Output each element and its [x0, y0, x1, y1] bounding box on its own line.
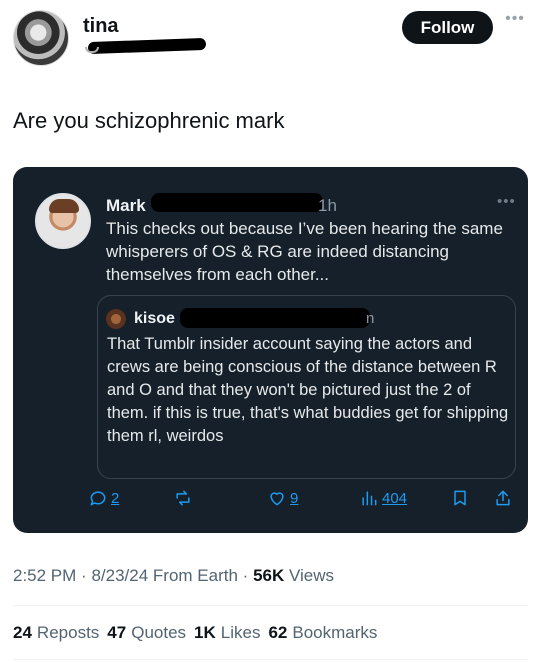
views-icon: [362, 491, 377, 506]
quoted-action-bar: 2 9 404: [13, 483, 528, 513]
quoted-screenshot: Mark 1h ••• This checks out because I’ve…: [13, 167, 528, 533]
quoted-bookmark-action: [450, 483, 470, 513]
quoted-reply-action: 2: [88, 483, 119, 513]
divider: [13, 659, 528, 660]
handle-redaction: [87, 37, 207, 55]
engagement-stats: 24 Reposts 47 Quotes 1K Likes 62 Bookmarks: [13, 623, 377, 643]
tweet-views-label: Views: [288, 566, 335, 585]
quoted-views-action: 404: [359, 483, 407, 513]
follow-button[interactable]: Follow: [402, 11, 493, 44]
quoted-share-action: [493, 483, 513, 513]
author-avatar[interactable]: [13, 10, 69, 66]
bookmarks-stat[interactable]: 62 Bookmarks: [268, 623, 377, 643]
quoted-like-action: 9: [267, 483, 298, 513]
like-icon: [270, 492, 284, 506]
reply-count: 2: [111, 489, 120, 507]
quoted-more-icon: •••: [497, 193, 516, 210]
quoted-author-name: Mark: [106, 196, 146, 215]
inner-avatar: [106, 309, 126, 329]
bookmark-icon: [454, 490, 466, 506]
inner-quote: kisoe n That Tumblr insider account sayi…: [97, 295, 516, 479]
repost-icon: [176, 490, 190, 506]
share-icon: [496, 490, 510, 506]
quoted-repost-action: [173, 483, 193, 513]
tweet-meta: 2:52 PM · 8/23/24 From Earth · 56K Views: [13, 566, 335, 585]
tweet-views-count[interactable]: 56K: [253, 566, 284, 585]
inner-handle-redaction: [180, 308, 370, 328]
views-count: 404: [382, 489, 408, 507]
quotes-stat[interactable]: 47 Quotes: [107, 623, 186, 643]
divider: [13, 605, 528, 606]
quoted-text: This checks out because I’ve been hearin…: [106, 219, 503, 284]
tweet-text: Are you schizophrenic mark: [13, 108, 285, 133]
quoted-timestamp: 1h: [318, 196, 337, 215]
quoted-handle-redaction: [151, 193, 323, 212]
tweet-time: 2:52 PM: [13, 566, 77, 585]
reposts-stat[interactable]: 24 Reposts: [13, 623, 99, 643]
like-count: 9: [290, 489, 299, 507]
more-icon[interactable]: •••: [503, 11, 527, 28]
tweet-date: 8/23/24: [91, 566, 149, 585]
quoted-avatar: [35, 193, 91, 249]
likes-stat[interactable]: 1K Likes: [194, 623, 260, 643]
reply-icon: [90, 491, 106, 506]
inner-author-name: kisoe: [134, 310, 175, 327]
author-name[interactable]: tina: [83, 15, 119, 38]
inner-timestamp: n: [366, 310, 375, 327]
tweet-source: From Earth: [152, 566, 238, 585]
inner-text: That Tumblr insider account saying the a…: [107, 335, 509, 445]
